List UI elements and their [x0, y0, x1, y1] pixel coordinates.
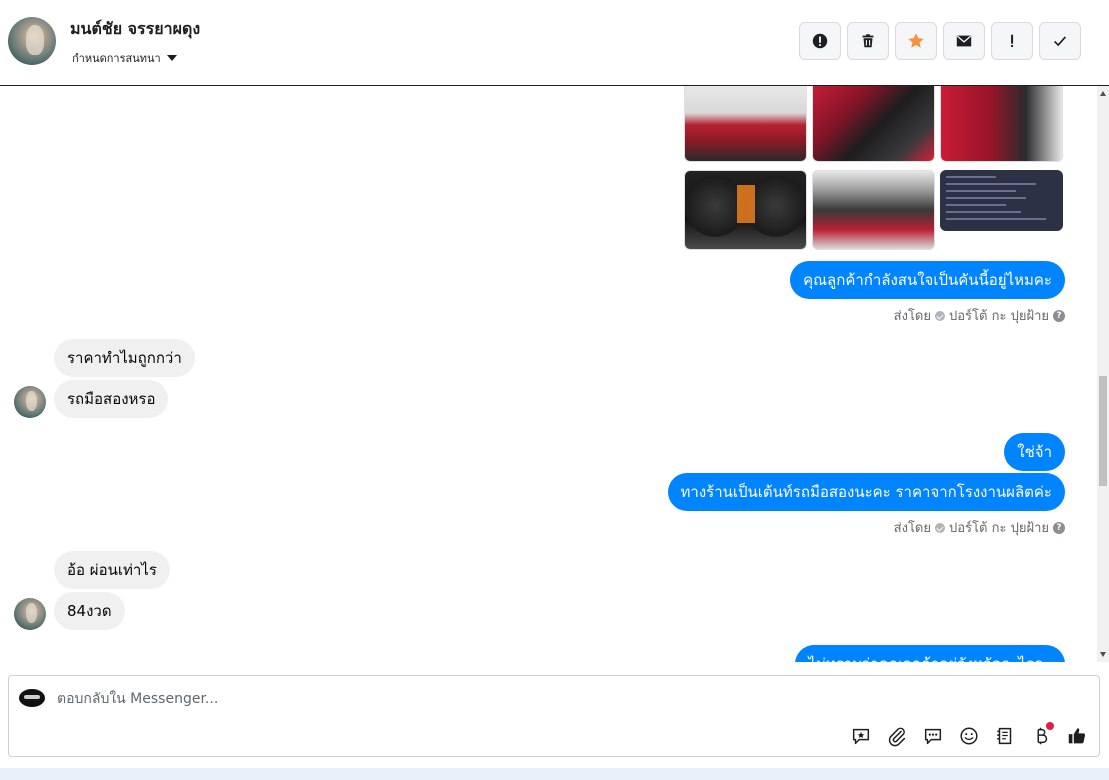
incoming-message[interactable]: รถมือสองหรอ — [54, 380, 169, 418]
help-icon[interactable]: ? — [1053, 309, 1065, 322]
outgoing-message[interactable]: ไม่ทราบว่าคุณลูกค้าอยู่จังหวัดอะไรคะ — [795, 645, 1065, 662]
quick-replies-button[interactable] — [921, 724, 945, 748]
sender-name: ปอร์โต้ กะ ปุยฝ้าย — [949, 521, 1049, 536]
contact-avatar-small — [14, 598, 46, 630]
chat-bubble-icon — [924, 728, 942, 745]
saved-reply-icon — [852, 728, 870, 745]
thumbs-up-icon — [1068, 728, 1086, 744]
delete-button[interactable] — [847, 22, 889, 60]
message-thread: คุณลูกค้ากำลังสนใจเป็นคันนี้อยู่ไหมคะ ส่… — [0, 86, 1097, 662]
emoji-icon — [960, 727, 978, 745]
outgoing-message[interactable]: ทางร้านเป็นเต้นท์รถมือสองนะคะ ราคาจากโรง… — [667, 473, 1065, 511]
caret-down-icon — [166, 55, 177, 61]
envelope-icon — [956, 35, 972, 47]
contact-name[interactable]: มนต์ชัย จรรยาผดุง — [70, 17, 200, 42]
car-photo-engine[interactable] — [812, 170, 935, 250]
like-button[interactable] — [1065, 724, 1089, 748]
car-photo-rear[interactable] — [684, 86, 807, 162]
sent-by-info: ส่งโดย ปอร์โต้ กะ ปุยฝ้าย ? — [894, 305, 1065, 326]
attachment-icon — [888, 727, 906, 747]
sender-name: ปอร์โต้ กะ ปุยฝ้าย — [949, 309, 1049, 324]
assign-conversation-dropdown[interactable]: กำหนดการสนทนา — [72, 49, 177, 67]
catalog-button[interactable] — [993, 724, 1017, 748]
incoming-message[interactable]: ราคาทำไมถูกกว่า — [54, 339, 195, 377]
saved-reply-button[interactable] — [849, 724, 873, 748]
emoji-button[interactable] — [957, 724, 981, 748]
outgoing-message[interactable]: ใช่จ้า — [1004, 433, 1065, 471]
car-photo-dashboard[interactable] — [684, 170, 807, 250]
car-photo-seats[interactable] — [812, 86, 935, 162]
thread-scrollbar[interactable] — [1097, 86, 1109, 662]
bottom-page-strip — [0, 768, 1109, 780]
verified-check-icon — [935, 310, 945, 321]
catalog-icon — [997, 727, 1012, 745]
car-photo-door[interactable] — [940, 86, 1063, 162]
page-logo — [19, 689, 45, 707]
trash-icon — [862, 34, 874, 48]
attach-file-button[interactable] — [885, 724, 909, 748]
scrollbar-thumb[interactable] — [1099, 376, 1107, 486]
verified-check-icon — [935, 522, 945, 533]
alert-circle-icon — [812, 33, 828, 49]
star-button[interactable] — [895, 22, 937, 60]
incoming-message[interactable]: อ้อ ผ่อนเท่าไร — [54, 551, 170, 589]
sent-by-label: ส่งโดย — [893, 309, 931, 324]
assign-conversation-label: กำหนดการสนทนา — [72, 52, 161, 65]
mark-unread-button[interactable] — [943, 22, 985, 60]
sent-by-label: ส่งโดย — [893, 521, 931, 536]
outgoing-message[interactable]: คุณลูกค้ากำลังสนใจเป็นคันนี้อยู่ไหมคะ — [790, 261, 1065, 299]
scroll-up-arrow-icon[interactable] — [1100, 91, 1106, 96]
follow-up-button[interactable] — [991, 22, 1033, 60]
scroll-down-arrow-icon[interactable] — [1100, 652, 1106, 657]
help-icon[interactable]: ? — [1053, 521, 1065, 534]
check-icon — [1054, 36, 1067, 47]
report-spam-button[interactable] — [799, 22, 841, 60]
incoming-message[interactable]: 84งวด — [54, 592, 125, 630]
reply-composer — [8, 675, 1100, 757]
car-spec-sheet-image[interactable] — [940, 170, 1063, 231]
reply-input[interactable] — [57, 688, 757, 710]
sent-by-info: ส่งโดย ปอร์โต้ กะ ปุยฝ้าย ? — [894, 517, 1065, 538]
star-icon — [908, 33, 924, 48]
mark-done-button[interactable] — [1039, 22, 1081, 60]
contact-avatar-small — [14, 386, 46, 418]
notification-dot — [1046, 722, 1054, 730]
payment-button[interactable] — [1029, 722, 1054, 748]
contact-avatar[interactable] — [8, 17, 56, 65]
exclamation-icon — [1011, 34, 1014, 48]
conversation-header: มนต์ชัย จรรยาผดุง กำหนดการสนทนา — [0, 0, 1109, 86]
